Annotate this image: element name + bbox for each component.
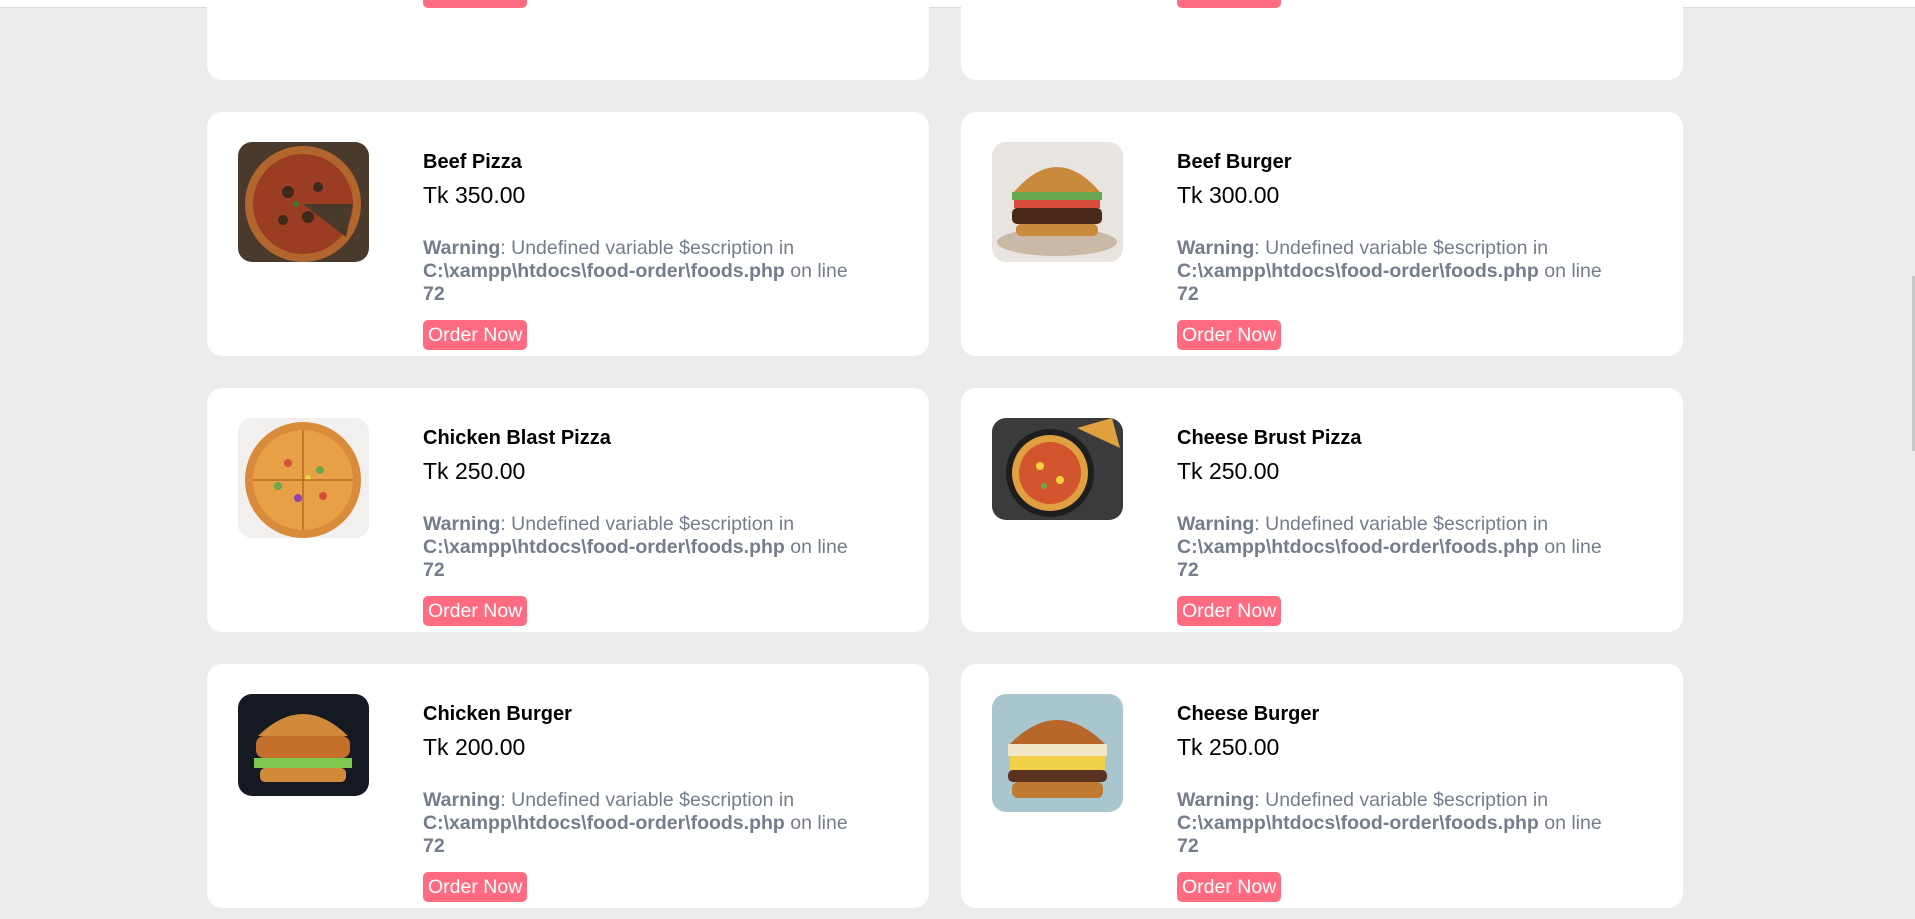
php-warning: Warning: Undefined variable $escription …	[1177, 789, 1602, 857]
food-title: Chicken Burger	[423, 703, 572, 725]
order-now-button[interactable]: Order Now	[423, 320, 528, 350]
order-now-button[interactable]: Order Now	[1177, 596, 1282, 626]
order-now-button[interactable]: Order Now	[1177, 0, 1282, 8]
php-warning: Warning: Undefined variable $escription …	[423, 237, 848, 305]
food-card: Cheese Brust Pizza Tk 250.00 Warning: Un…	[961, 388, 1683, 632]
food-card: Warning: Undefined variable $escription …	[961, 0, 1683, 80]
order-now-button[interactable]: Order Now	[423, 596, 528, 626]
burger-image	[238, 694, 369, 796]
burger-image	[992, 694, 1123, 812]
php-warning: Warning: Undefined variable $escription …	[1177, 513, 1602, 581]
food-title: Beef Burger	[1177, 151, 1292, 173]
php-warning: Warning: Undefined variable $escription …	[1177, 237, 1602, 305]
food-card: Cheese Burger Tk 250.00 Warning: Undefin…	[961, 664, 1683, 908]
food-price: Tk 350.00	[423, 182, 526, 208]
food-card: Chicken Burger Tk 200.00 Warning: Undefi…	[207, 664, 929, 908]
food-card: Chicken Blast Pizza Tk 250.00 Warning: U…	[207, 388, 929, 632]
burger-image	[992, 142, 1123, 262]
order-now-button[interactable]: Order Now	[1177, 872, 1282, 902]
pizza-image	[238, 142, 369, 262]
php-warning: Warning: Undefined variable $escription …	[423, 789, 848, 857]
food-price: Tk 250.00	[1177, 458, 1280, 484]
php-warning: Warning: Undefined variable $escription …	[423, 513, 848, 581]
food-card: Beef Burger Tk 300.00 Warning: Undefined…	[961, 112, 1683, 356]
food-card: Warning: Undefined variable $escription …	[207, 0, 929, 80]
food-title: Chicken Blast Pizza	[423, 427, 611, 449]
food-card: Beef Pizza Tk 350.00 Warning: Undefined …	[207, 112, 929, 356]
food-title: Cheese Brust Pizza	[1177, 427, 1362, 449]
order-now-button[interactable]: Order Now	[423, 872, 528, 902]
food-price: Tk 200.00	[423, 734, 526, 760]
food-price: Tk 300.00	[1177, 182, 1280, 208]
food-menu-grid: Warning: Undefined variable $escription …	[207, 0, 1683, 908]
food-title: Beef Pizza	[423, 151, 522, 173]
food-title: Cheese Burger	[1177, 703, 1320, 725]
order-now-button[interactable]: Order Now	[423, 0, 528, 8]
pizza-image	[992, 418, 1123, 520]
food-price: Tk 250.00	[423, 458, 526, 484]
order-now-button[interactable]: Order Now	[1177, 320, 1282, 350]
pizza-image	[238, 418, 369, 538]
food-price: Tk 250.00	[1177, 734, 1280, 760]
